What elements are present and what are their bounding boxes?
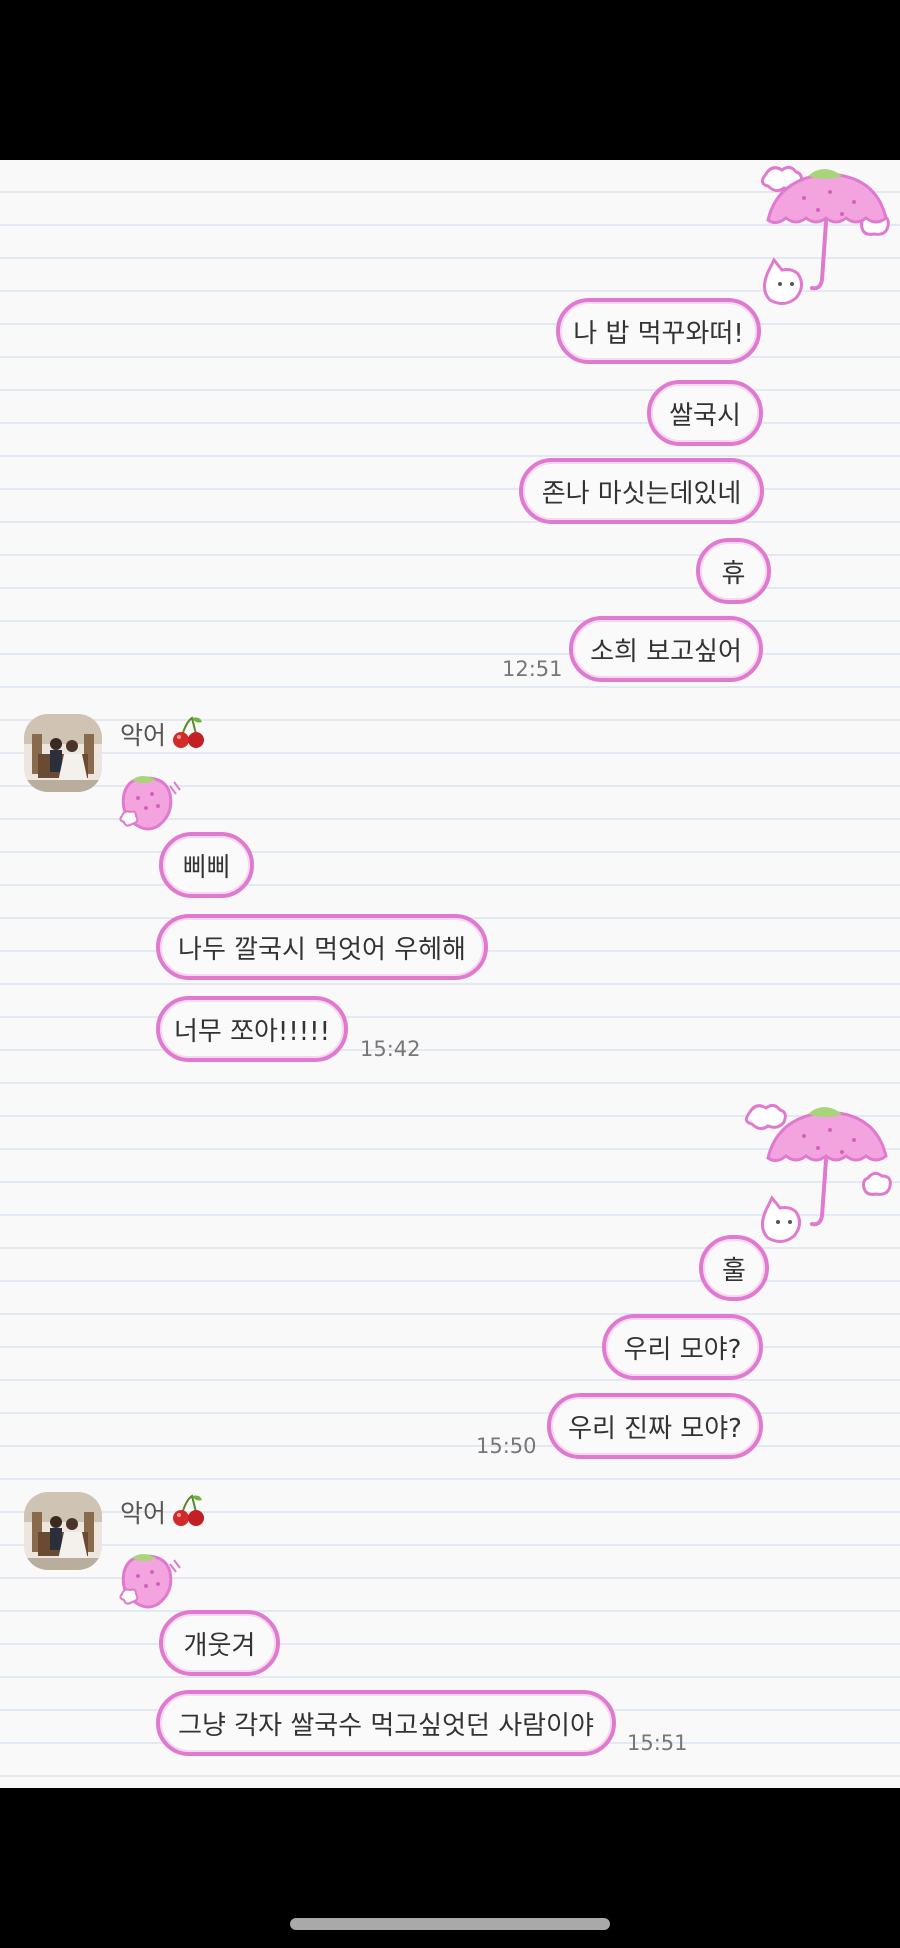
- outgoing-message-bubble[interactable]: 휴: [696, 538, 771, 604]
- strawberry-umbrella-cat-icon: [761, 165, 890, 305]
- outgoing-message-bubble[interactable]: 우리 모야?: [602, 1314, 763, 1380]
- incoming-message-bubble[interactable]: 나두 깔국시 먹엇어 우헤해: [156, 914, 488, 980]
- cherry-icon: [173, 716, 204, 748]
- outgoing-message-bubble[interactable]: 존나 마싯는데있네: [519, 458, 764, 524]
- incoming-message-bubble[interactable]: 개웃겨: [159, 1610, 280, 1676]
- incoming-message-bubble[interactable]: 삐삐: [159, 832, 254, 898]
- outgoing-message-bubble[interactable]: 우리 진짜 모야?: [547, 1393, 763, 1459]
- cherry-icon: [173, 1494, 204, 1526]
- avatar-photo: [24, 1492, 102, 1570]
- sender-name: 악어: [120, 721, 167, 750]
- strawberry-umbrella-cat-icon: [745, 1103, 892, 1243]
- message-timestamp: 15:50: [476, 1434, 537, 1458]
- strawberry-icon: [119, 1554, 181, 1609]
- message-timestamp: 12:51: [502, 657, 563, 681]
- outgoing-message-bubble[interactable]: 소희 보고싶어: [569, 616, 763, 682]
- outgoing-message-bubble[interactable]: 쌀국시: [647, 380, 763, 446]
- incoming-message-bubble[interactable]: 너무 쪼아!!!!!: [156, 996, 348, 1062]
- outgoing-message-bubble[interactable]: 나 밥 먹꾸와떠!: [556, 298, 761, 364]
- status-bar: [0, 0, 900, 160]
- strawberry-icon: [119, 776, 181, 831]
- outgoing-message-bubble[interactable]: 훌: [699, 1235, 769, 1301]
- avatar[interactable]: [24, 714, 102, 792]
- avatar[interactable]: [24, 1492, 102, 1570]
- message-timestamp: 15:42: [360, 1037, 421, 1061]
- sender-name: 악어: [120, 1499, 167, 1528]
- home-indicator[interactable]: [290, 1918, 610, 1930]
- message-timestamp: 15:51: [627, 1731, 688, 1755]
- chat-area[interactable]: 나 밥 먹꾸와떠! 쌀국시 존나 마싯는데있네 휴 소희 보고싶어 12:51 …: [0, 160, 900, 1788]
- incoming-message-bubble[interactable]: 그냥 각자 쌀국수 먹고싶엇던 사람이야: [156, 1690, 616, 1756]
- avatar-photo: [24, 714, 102, 792]
